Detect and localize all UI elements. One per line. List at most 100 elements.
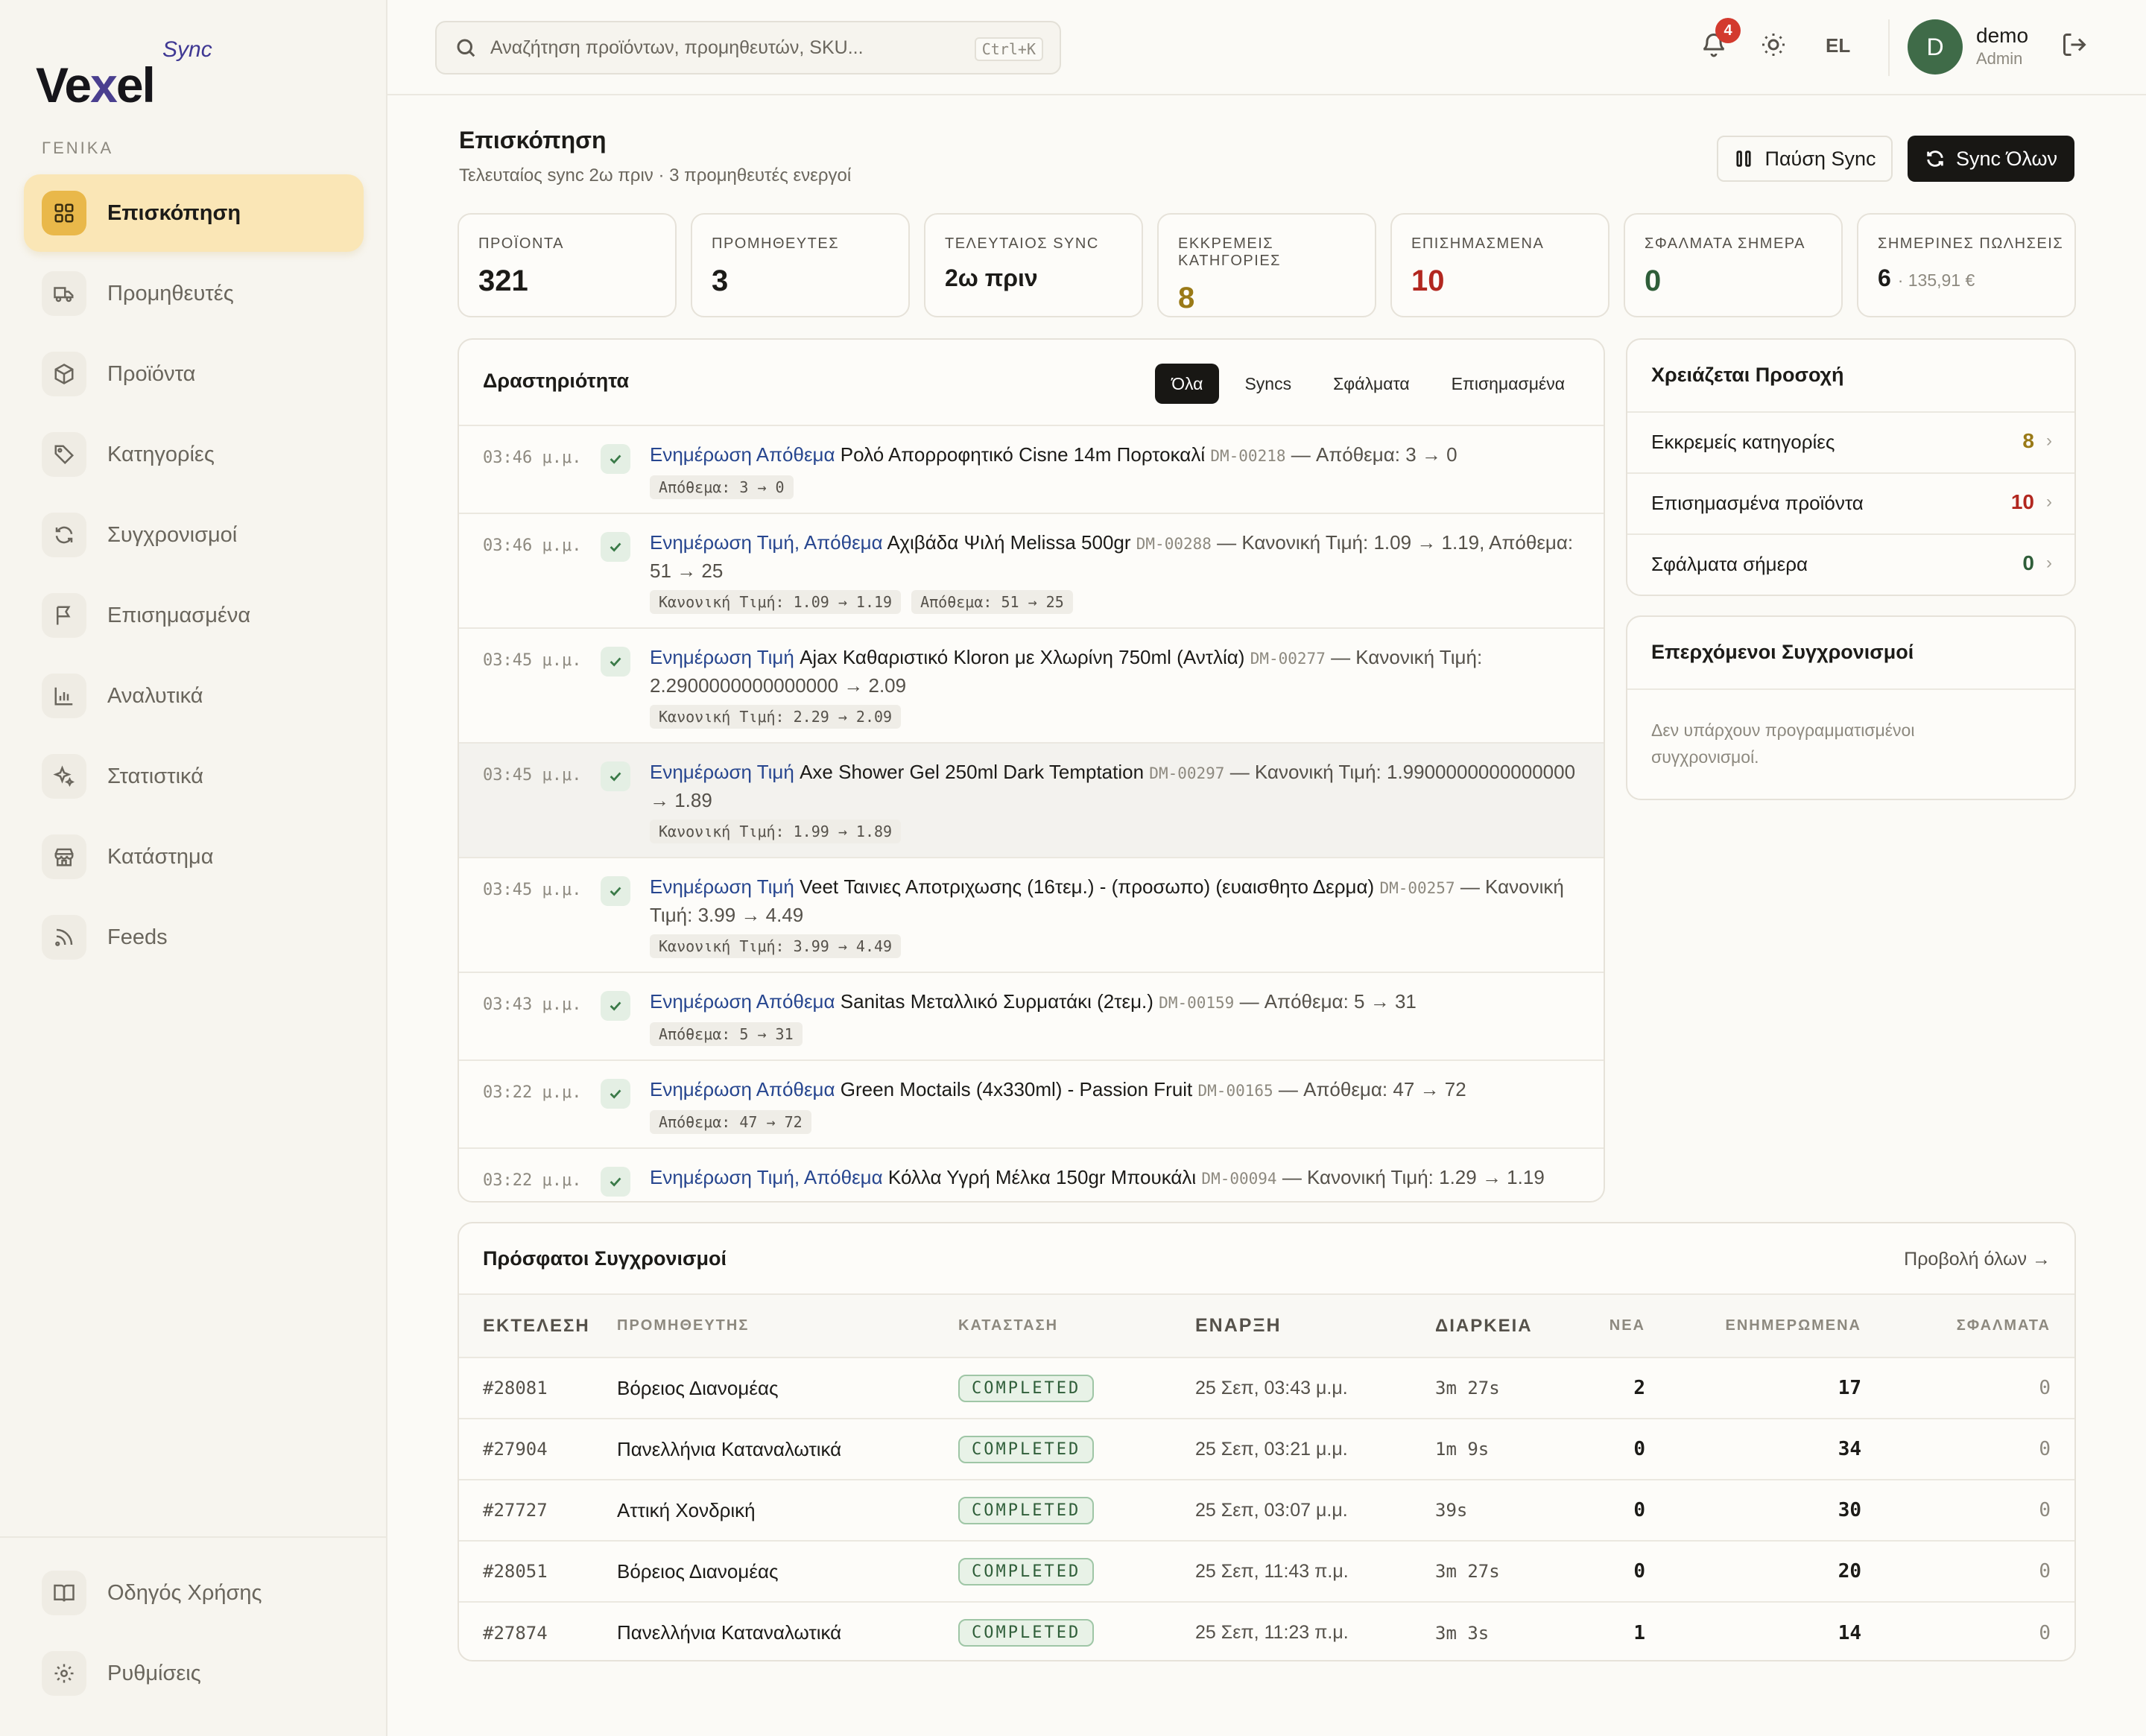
filter-errors[interactable]: Σφάλματα <box>1317 364 1426 404</box>
activity-type-link[interactable]: Ενημέρωση Τιμή <box>650 761 794 783</box>
table-row[interactable]: #28081 Βόρειος Διανομέας COMPLETED 25 Σε… <box>459 1358 2074 1419</box>
column-header[interactable]: ΕΝΑΡΞΗ <box>1195 1295 1435 1358</box>
sidebar-item-syncs[interactable]: Συγχρονισμοί <box>24 496 364 574</box>
sidebar-item-suppliers[interactable]: Προμηθευτές <box>24 255 364 332</box>
activity-row[interactable]: 03:43 μ.μ. Ενημέρωση Απόθεμα Sanitas Μετ… <box>459 973 1604 1061</box>
column-header[interactable]: ΕΚΤΕΛΕΣΗ <box>459 1295 617 1358</box>
column-header[interactable]: ΚΑΤΑΣΤΑΣΗ <box>958 1295 1195 1358</box>
column-header[interactable]: ΕΝΗΜΕΡΩΜΕΝΑ <box>1645 1295 1861 1358</box>
attention-header: Χρειάζεται Προσοχή <box>1627 340 2074 413</box>
column-header[interactable]: ΠΡΟΜΗΘΕΥΤΗΣ <box>617 1295 958 1358</box>
activity-row[interactable]: 03:22 μ.μ. Ενημέρωση Τιμή, Απόθεμα Κόλλα… <box>459 1149 1604 1201</box>
filter-syncs[interactable]: Syncs <box>1228 364 1308 404</box>
page-subtitle: Τελευταίος sync 2ω πριν · 3 προμηθευτές … <box>459 165 852 186</box>
language-switch[interactable]: EL <box>1826 34 1850 57</box>
activity-text: Ενημέρωση Τιμή Ajax Καθαριστικό Kloron μ… <box>650 644 1578 699</box>
errors-count: 0 <box>1861 1358 2074 1419</box>
attention-row-flagged-products[interactable]: Επισημασμένα προϊόντα 10 › <box>1627 474 2074 535</box>
sidebar-item-statistics[interactable]: Στατιστικά <box>24 738 364 815</box>
sidebar-item-flagged[interactable]: Επισημασμένα <box>24 577 364 654</box>
activity-type-link[interactable]: Ενημέρωση Τιμή, Απόθεμα <box>650 1166 883 1188</box>
activity-sku: DM-00297 <box>1149 764 1225 782</box>
table-row[interactable]: #28051 Βόρειος Διανομέας COMPLETED 25 Σε… <box>459 1541 2074 1603</box>
attention-row-pending-categories[interactable]: Εκκρεμείς κατηγορίες 8 › <box>1627 413 2074 474</box>
activity-row[interactable]: 03:45 μ.μ. Ενημέρωση Τιμή Axe Shower Gel… <box>459 744 1604 858</box>
refresh-icon <box>42 513 86 557</box>
stat-card-products[interactable]: ΠΡΟΪΟΝΤΑ 321 <box>458 213 677 317</box>
sync-all-button[interactable]: Sync Όλων <box>1908 136 2074 182</box>
filter-all[interactable]: Όλα <box>1155 364 1220 404</box>
logo[interactable]: Vexel Sync <box>36 34 230 113</box>
column-header[interactable]: ΝΕΑ <box>1577 1295 1645 1358</box>
updated-count: 14 <box>1838 1621 1861 1644</box>
sidebar-item-overview[interactable]: Επισκόπηση <box>24 174 364 252</box>
stat-card-suppliers[interactable]: ΠΡΟΜΗΘΕΥΤΕΣ 3 <box>691 213 910 317</box>
activity-product: Axe Shower Gel 250ml Dark Temptation <box>800 761 1145 783</box>
run-id[interactable]: #28051 <box>459 1541 617 1603</box>
activity-type-link[interactable]: Ενημέρωση Τιμή, Απόθεμα <box>650 531 883 554</box>
activity-row[interactable]: 03:45 μ.μ. Ενημέρωση Τιμή Ajax Καθαριστι… <box>459 629 1604 744</box>
sidebar-item-label: Επισκόπηση <box>107 200 241 225</box>
stat-card-errors-today[interactable]: ΣΦΑΛΜΑΤΑ ΣΗΜΕΡΑ 0 <box>1624 213 1843 317</box>
stat-card-pending-categories[interactable]: ΕΚΚΡΕΜΕΙΣ ΚΑΤΗΓΟΡΙΕΣ 8 <box>1157 213 1376 317</box>
activity-title: Δραστηριότητα <box>483 370 630 392</box>
activity-time: 03:45 μ.μ. <box>483 766 582 785</box>
activity-type-link[interactable]: Ενημέρωση Τιμή <box>650 646 794 668</box>
stat-card-last-sync[interactable]: ΤΕΛΕΥΤΑΙΟΣ SYNC 2ω πριν <box>924 213 1143 317</box>
stat-card-flagged[interactable]: ΕΠΙΣΗΜΑΣΜΕΝΑ 10 <box>1390 213 1610 317</box>
attention-row-errors-today[interactable]: Σφάλματα σήμερα 0 › <box>1627 535 2074 595</box>
attention-value: 8 <box>2022 429 2034 452</box>
activity-type-link[interactable]: Ενημέρωση Απόθεμα <box>650 990 835 1013</box>
activity-row[interactable]: 03:46 μ.μ. Ενημέρωση Τιμή, Απόθεμα Αχιβά… <box>459 514 1604 629</box>
sidebar-nav: Επισκόπηση Προμηθευτές Προϊόντα Κατηγορί… <box>24 174 364 979</box>
activity-time: 03:45 μ.μ. <box>483 651 582 670</box>
search-input[interactable]: Αναζήτηση προϊόντων, προμηθευτών, SKU...… <box>435 21 1061 75</box>
activity-row[interactable]: 03:45 μ.μ. Ενημέρωση Τιμή Veet Ταινιες Α… <box>459 858 1604 973</box>
sidebar-item-feeds[interactable]: Feeds <box>24 899 364 976</box>
view-all-link[interactable]: Προβολή όλων → <box>1904 1249 2051 1270</box>
attention-title: Χρειάζεται Προσοχή <box>1651 364 1844 386</box>
pause-sync-label: Παύση Sync <box>1764 147 1876 170</box>
activity-time: 03:46 μ.μ. <box>483 536 582 555</box>
status-badge: COMPLETED <box>958 1619 1095 1647</box>
start-time: 25 Σεπ, 03:21 μ.μ. <box>1195 1419 1435 1480</box>
check-icon <box>601 532 630 562</box>
sidebar-item-guide[interactable]: Οδηγός Χρήσης <box>24 1554 364 1632</box>
activity-type-link[interactable]: Ενημέρωση Απόθεμα <box>650 1078 835 1100</box>
sidebar-item-label: Κατάστημα <box>107 844 214 869</box>
run-id[interactable]: #28081 <box>459 1358 617 1419</box>
start-time: 25 Σεπ, 03:07 μ.μ. <box>1195 1480 1435 1542</box>
duration: 1m 9s <box>1435 1419 1577 1480</box>
avatar[interactable]: D <box>1908 19 1963 75</box>
table-row[interactable]: #27874 Πανελλήνια Καταναλωτικά COMPLETED… <box>459 1602 2074 1660</box>
pause-sync-button[interactable]: Παύση Sync <box>1717 136 1893 182</box>
sidebar-item-settings[interactable]: Ρυθμίσεις <box>24 1635 364 1712</box>
table-row[interactable]: #27904 Πανελλήνια Καταναλωτικά COMPLETED… <box>459 1419 2074 1480</box>
box-icon <box>42 352 86 396</box>
activity-row[interactable]: 03:22 μ.μ. Ενημέρωση Απόθεμα Green Mocta… <box>459 1061 1604 1149</box>
refresh-icon <box>1927 151 1943 167</box>
sidebar-divider <box>0 1536 387 1538</box>
activity-row[interactable]: 03:46 μ.μ. Ενημέρωση Απόθεμα Ρολό Απορρο… <box>459 426 1604 514</box>
column-header[interactable]: ΣΦΑΛΜΑΤΑ <box>1861 1295 2074 1358</box>
upcoming-title: Επερχόμενοι Συγχρονισμοί <box>1651 641 1914 663</box>
activity-product: Ajax Καθαριστικό Kloron με Χλωρίνη 750ml… <box>800 646 1245 668</box>
column-header[interactable]: ΔΙΑΡΚΕΙΑ <box>1435 1295 1577 1358</box>
logout-button[interactable] <box>2061 31 2091 61</box>
sidebar-item-analytics[interactable]: Αναλυτικά <box>24 657 364 735</box>
run-id[interactable]: #27874 <box>459 1602 617 1660</box>
sidebar-item-products[interactable]: Προϊόντα <box>24 335 364 413</box>
sidebar-item-categories[interactable]: Κατηγορίες <box>24 416 364 493</box>
table-row[interactable]: #27727 Αττική Χονδρική COMPLETED 25 Σεπ,… <box>459 1480 2074 1542</box>
duration: 39s <box>1435 1480 1577 1542</box>
run-id[interactable]: #27904 <box>459 1419 617 1480</box>
stat-card-sales-today[interactable]: ΣΗΜΕΡΙΝΕΣ ΠΩΛΗΣΕΙΣ 6 · 135,91 € <box>1857 213 2076 317</box>
sidebar-item-store[interactable]: Κατάστημα <box>24 818 364 896</box>
activity-type-link[interactable]: Ενημέρωση Τιμή <box>650 875 794 898</box>
theme-toggle-button[interactable] <box>1760 31 1790 61</box>
errors-count: 0 <box>1861 1541 2074 1603</box>
filter-flagged[interactable]: Επισημασμένα <box>1435 364 1581 404</box>
run-id[interactable]: #27727 <box>459 1480 617 1542</box>
change-chip: Κανονική Τιμή: 2.29 → 2.09 <box>650 705 902 729</box>
activity-type-link[interactable]: Ενημέρωση Απόθεμα <box>650 443 835 466</box>
